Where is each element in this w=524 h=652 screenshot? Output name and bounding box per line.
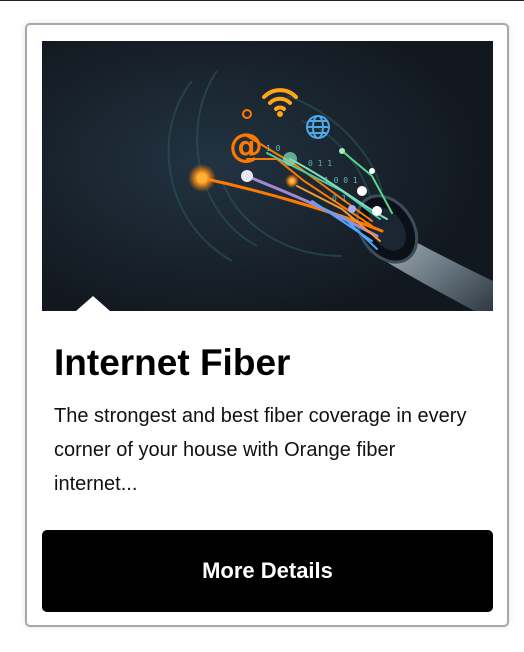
svg-text:0 1: 0 1: [332, 194, 347, 203]
svg-text:1 0: 1 0: [266, 144, 281, 153]
top-divider: [0, 0, 524, 1]
product-card: 1 0 0 1 1 1 0 0 1 0 1 @ Internet Fiber T…: [25, 23, 509, 627]
card-title: Internet Fiber: [54, 342, 291, 383]
svg-text:1 0 0 1: 1 0 0 1: [324, 176, 358, 185]
svg-text:@: @: [229, 126, 263, 166]
fiber-illustration: 1 0 0 1 1 1 0 0 1 0 1 @: [42, 41, 493, 311]
card-description: The strongest and best fiber coverage in…: [54, 405, 467, 495]
hero-notch: [76, 296, 110, 311]
svg-text:0 1 1: 0 1 1: [308, 159, 332, 168]
hero-image: 1 0 0 1 1 1 0 0 1 0 1 @: [42, 41, 493, 311]
at-sign-icon: @: [229, 126, 263, 166]
more-details-button[interactable]: More Details: [42, 530, 493, 612]
